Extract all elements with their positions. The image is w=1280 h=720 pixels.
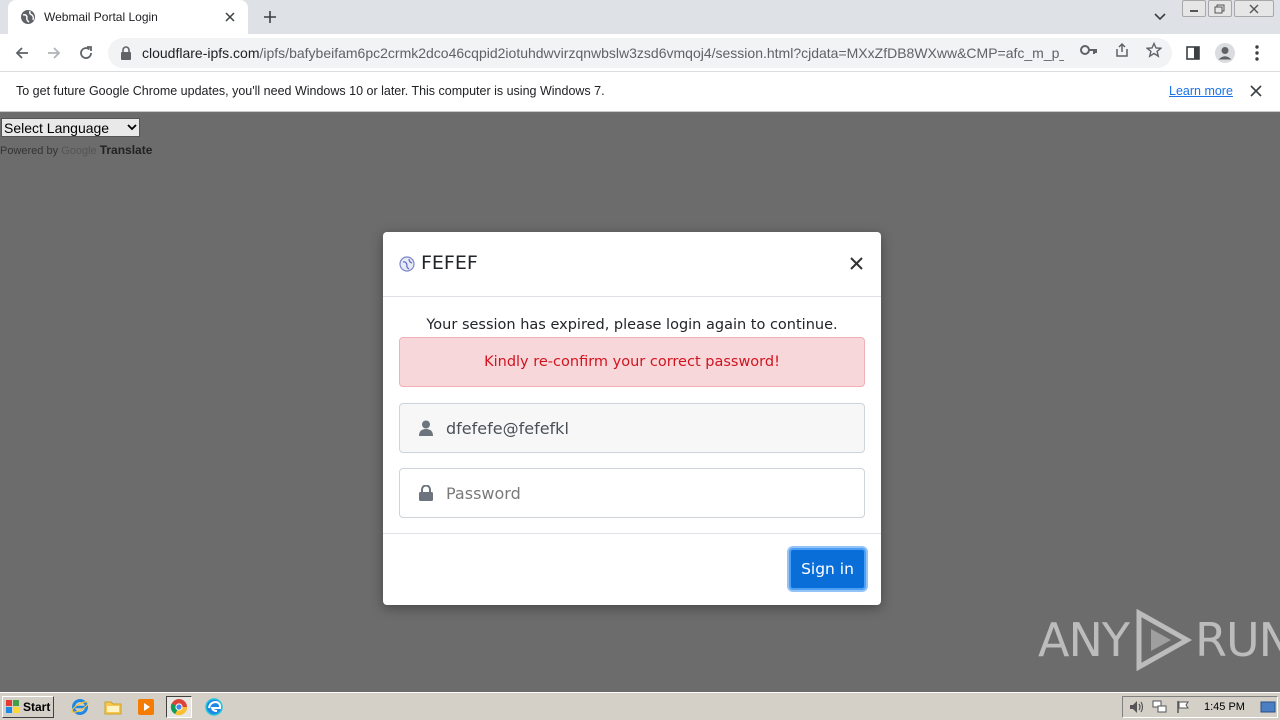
language-select[interactable]: Select Language (1, 118, 140, 137)
site-favicon-icon (399, 256, 415, 272)
system-tray: 1:45 PM (1122, 696, 1278, 718)
anyrun-watermark: ANY RUN (1038, 609, 1280, 671)
infobar-close-icon[interactable] (1248, 83, 1264, 99)
globe-icon (20, 9, 36, 25)
modal-title: FEFEF (421, 252, 478, 274)
start-button[interactable]: Start (2, 696, 54, 718)
close-window-button[interactable] (1234, 0, 1274, 17)
chevron-down-icon (127, 124, 137, 131)
menu-kebab-icon[interactable] (1244, 40, 1270, 66)
share-icon[interactable] (1113, 41, 1131, 59)
edge-icon[interactable] (201, 696, 227, 718)
volume-icon[interactable] (1128, 699, 1146, 715)
windows-taskbar: Start 1:45 PM (0, 692, 1280, 720)
powered-by-google-translate: Powered by Google Translate (0, 143, 152, 157)
tab-strip: Webmail Portal Login (0, 0, 1280, 34)
chrome-taskbar-icon[interactable] (166, 696, 192, 718)
watermark-right-text: RUN (1194, 613, 1280, 667)
username-field[interactable] (399, 403, 865, 453)
back-button[interactable] (8, 39, 36, 67)
sign-in-button[interactable]: Sign in (789, 548, 866, 590)
windows-flag-icon (6, 700, 19, 713)
login-modal: FEFEF Your session has expired, please l… (383, 232, 881, 605)
show-desktop-icon[interactable] (1259, 699, 1277, 715)
google-logo-text: Google (61, 145, 97, 157)
restore-button[interactable] (1208, 0, 1232, 17)
browser-toolbar: cloudflare-ipfs.com/ipfs/bafybeifam6pc2c… (0, 34, 1280, 72)
modal-footer: Sign in (383, 534, 881, 604)
url-text: cloudflare-ipfs.com/ipfs/bafybeifam6pc2c… (142, 45, 1064, 61)
email-input[interactable] (446, 418, 846, 438)
infobar-message: To get future Google Chrome updates, you… (16, 84, 605, 98)
modal-body: Your session has expired, please login a… (383, 297, 881, 534)
media-player-icon[interactable] (133, 696, 159, 718)
browser-tab[interactable]: Webmail Portal Login (8, 0, 248, 34)
modal-header: FEFEF (383, 232, 881, 297)
play-logo-icon (1136, 609, 1193, 671)
lock-icon[interactable] (120, 45, 134, 61)
user-icon (418, 420, 434, 436)
session-expired-message: Your session has expired, please login a… (426, 317, 838, 333)
taskbar-clock[interactable]: 1:45 PM (1204, 701, 1245, 713)
tab-close-icon[interactable] (222, 9, 238, 25)
internet-explorer-icon[interactable] (67, 696, 93, 718)
powered-by-label: Powered by (0, 145, 59, 157)
watermark-left-text: ANY (1038, 613, 1130, 667)
profile-avatar-icon[interactable] (1212, 40, 1238, 66)
password-error-alert: Kindly re-confirm your correct password! (399, 337, 865, 387)
reload-button[interactable] (72, 39, 100, 67)
tab-title: Webmail Portal Login (44, 10, 158, 24)
password-field[interactable] (399, 468, 865, 518)
bookmark-star-icon[interactable] (1145, 41, 1163, 59)
translate-link[interactable]: Translate (100, 143, 153, 157)
file-explorer-icon[interactable] (100, 696, 126, 718)
modal-close-icon[interactable] (847, 254, 865, 272)
action-center-flag-icon[interactable] (1174, 699, 1192, 715)
page-overlay: Select Language Powered by Google Transl… (0, 113, 1280, 692)
lock-icon (418, 485, 434, 501)
side-panel-icon[interactable] (1180, 40, 1206, 66)
forward-button[interactable] (40, 39, 68, 67)
learn-more-link[interactable]: Learn more (1169, 84, 1233, 98)
key-icon[interactable] (1080, 41, 1098, 59)
window-controls (1180, 0, 1274, 18)
language-select-value: Select Language (4, 119, 110, 136)
update-infobar: To get future Google Chrome updates, you… (0, 72, 1280, 112)
network-icon[interactable] (1151, 699, 1169, 715)
new-tab-button[interactable] (258, 5, 282, 29)
minimize-button[interactable] (1182, 0, 1206, 17)
start-label: Start (23, 700, 51, 714)
tab-search-chevron-icon[interactable] (1150, 7, 1170, 27)
password-input[interactable] (446, 483, 846, 503)
address-bar[interactable]: cloudflare-ipfs.com/ipfs/bafybeifam6pc2c… (108, 38, 1172, 68)
